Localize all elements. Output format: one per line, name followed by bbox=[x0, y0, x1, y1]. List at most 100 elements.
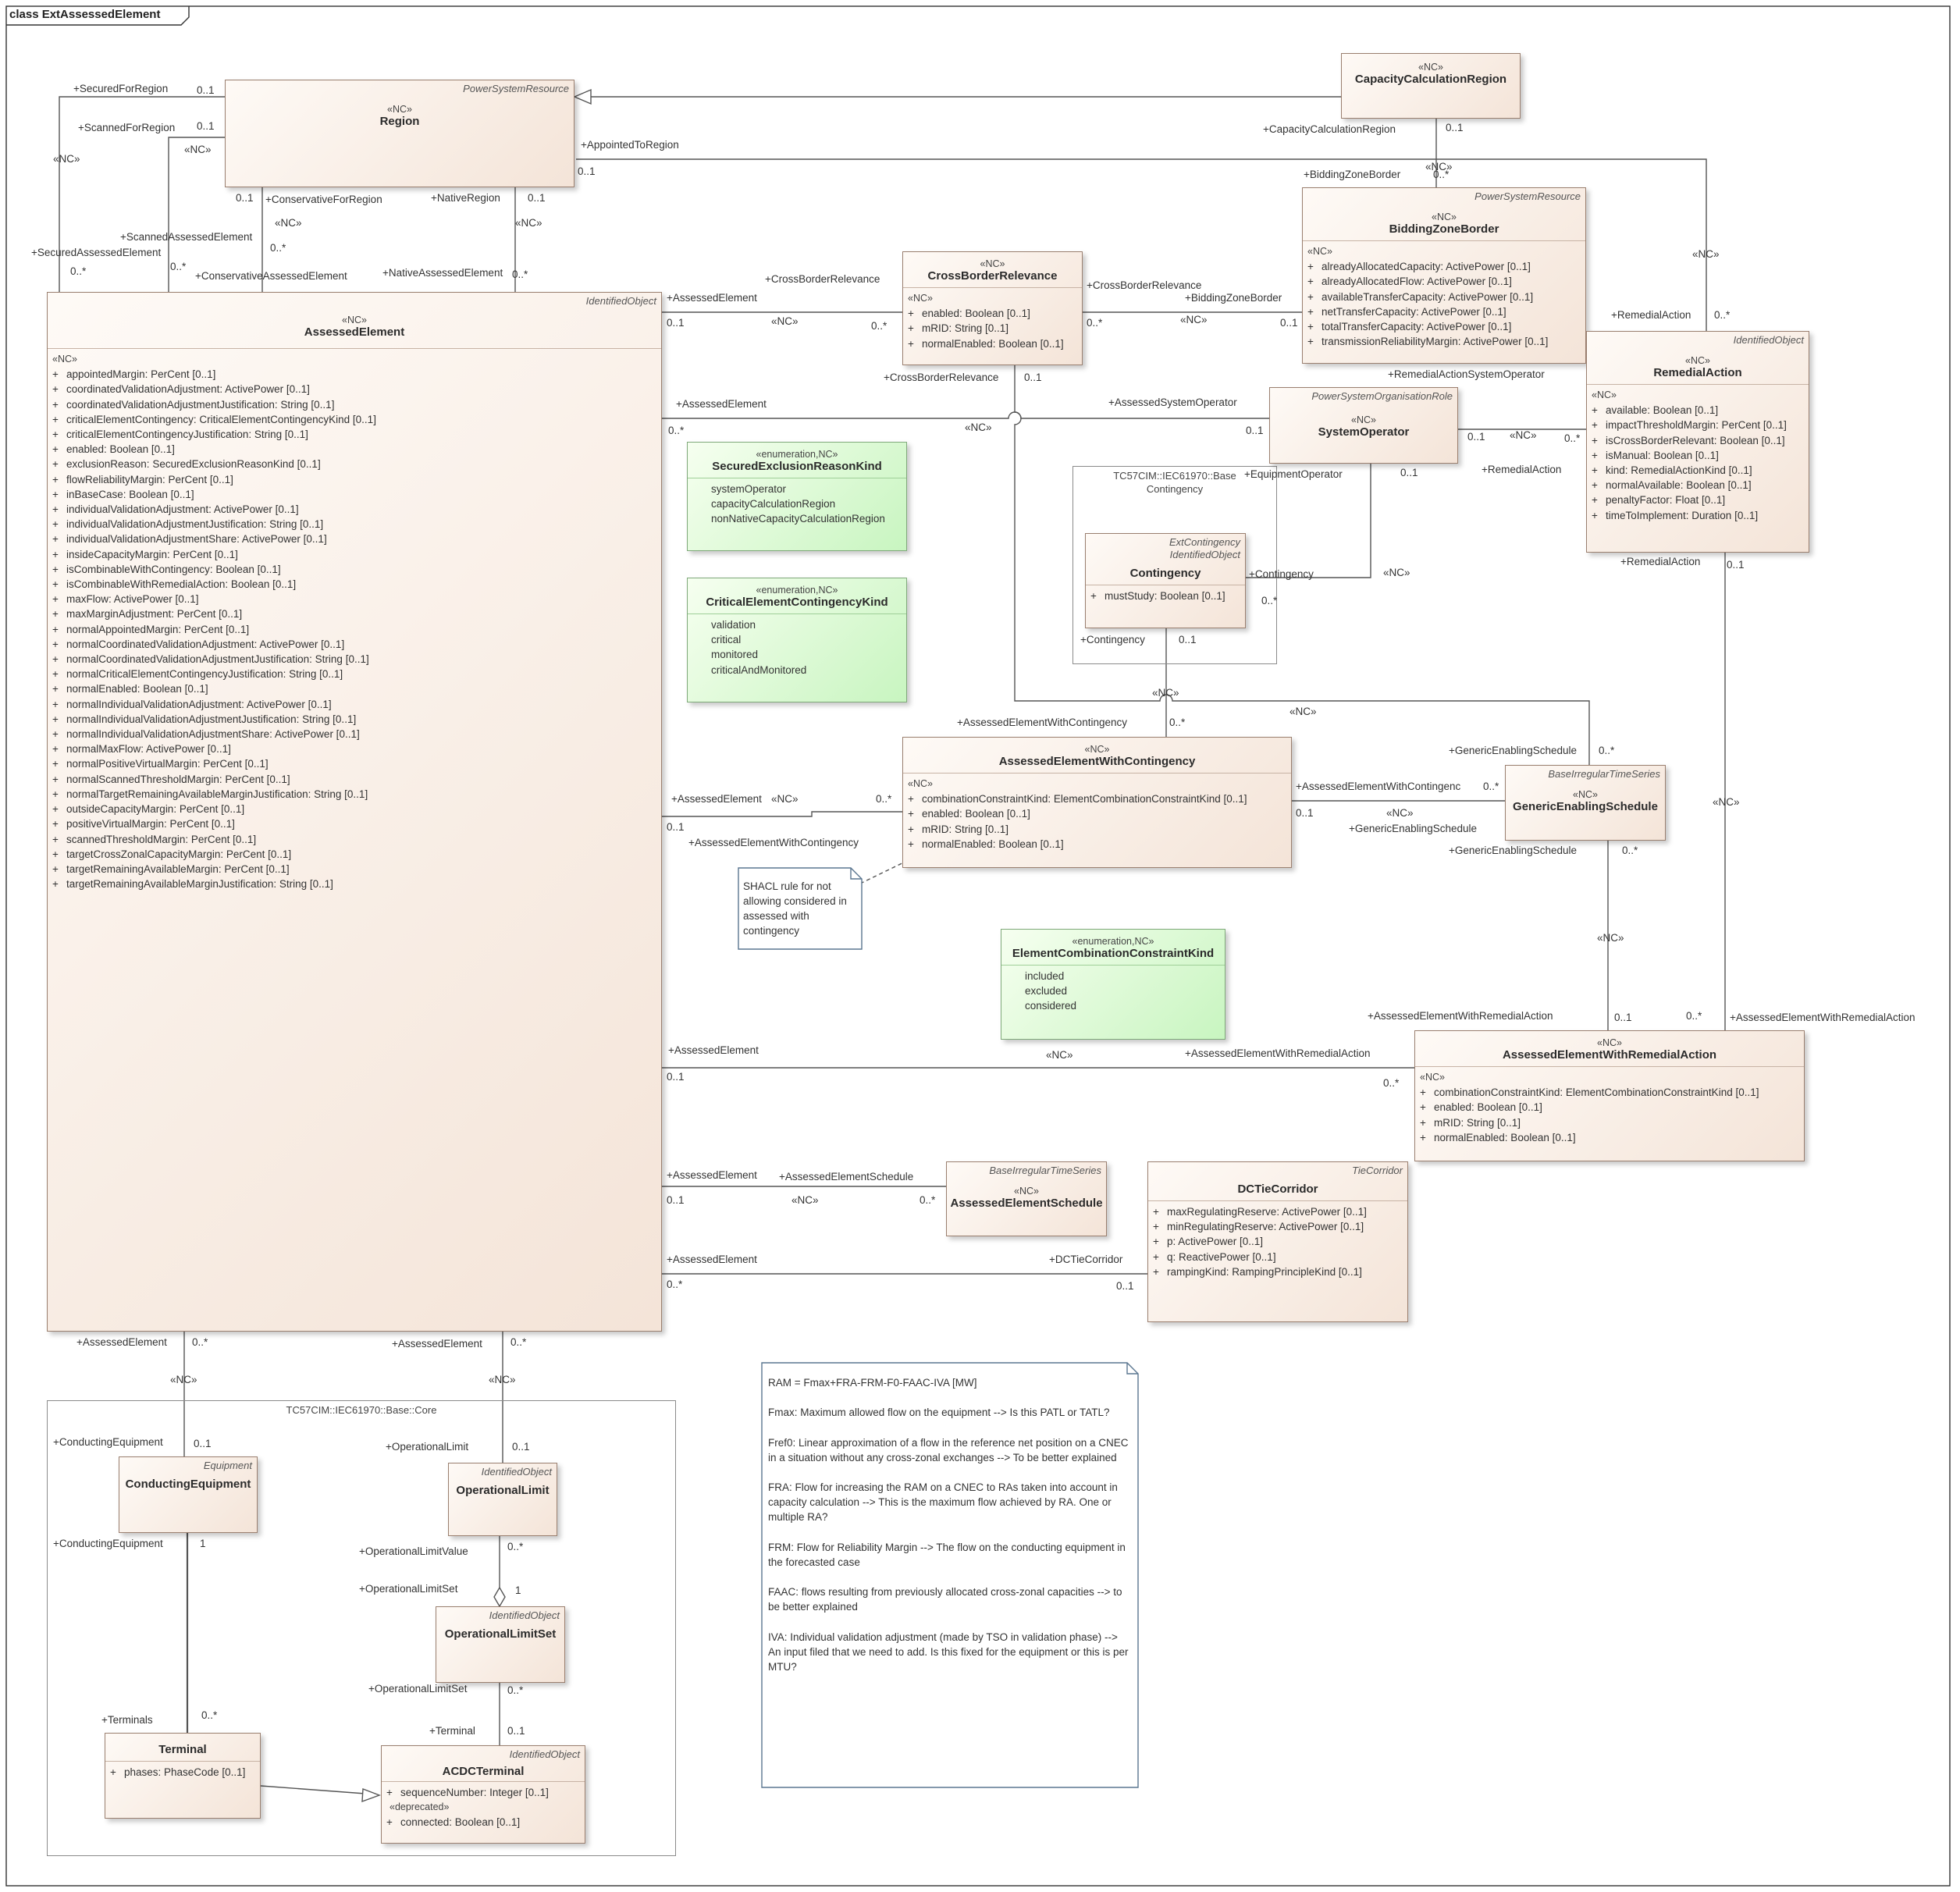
attribute: + appointedMargin: PerCent [0..1] bbox=[52, 368, 216, 381]
multiplicity-label: 0..* bbox=[871, 320, 888, 332]
association-stereotype-label: «NC» bbox=[53, 153, 80, 165]
enum-literal: capacityCalculationRegion bbox=[711, 498, 836, 510]
attribute: + normalIndividualValidationAdjustmentSha… bbox=[52, 728, 360, 741]
dctc-parent: TieCorridor bbox=[1352, 1165, 1403, 1176]
association-role-label: +AssessedElementSchedule bbox=[779, 1171, 914, 1182]
association-role-label: +AssessedElement bbox=[667, 1169, 757, 1181]
association-stereotype-label: «NC» bbox=[1289, 706, 1317, 717]
multiplicity-label: 0..* bbox=[920, 1194, 936, 1206]
multiplicity-label: 0..1 bbox=[1024, 372, 1042, 383]
aewc-stereotype: «NC» bbox=[1084, 744, 1110, 755]
association-role-label: +RemedialActionSystemOperator bbox=[1388, 368, 1545, 380]
attribute: + normalEnabled: Boolean [0..1] bbox=[1420, 1131, 1576, 1143]
class-contingency[interactable]: ExtContingency IdentifiedObject Continge… bbox=[1085, 533, 1246, 628]
sek-stereotype: «enumeration,NC» bbox=[756, 449, 838, 460]
association-role-label: +BiddingZoneBorder bbox=[1304, 169, 1401, 180]
class-assessed-element[interactable]: IdentifiedObject «NC» AssessedElement «N… bbox=[47, 292, 662, 1332]
attribute: + combinationConstraintKind: ElementCombi… bbox=[1420, 1086, 1759, 1099]
attribute: + targetRemainingAvailableMargin: PerCent… bbox=[52, 862, 290, 875]
association-role-label: +ScannedAssessedElement bbox=[120, 231, 253, 243]
attribute: + enabled: Boolean [0..1] bbox=[908, 308, 1030, 320]
acdc-name: ACDCTerminal bbox=[442, 1765, 525, 1778]
association-stereotype-label: «NC» bbox=[1152, 687, 1179, 699]
association-role-label: +CrossBorderRelevance bbox=[1087, 279, 1202, 291]
class-region[interactable]: PowerSystemResource «NC» Region bbox=[225, 80, 574, 187]
class-conducting-equipment[interactable]: Equipment ConductingEquipment bbox=[119, 1456, 258, 1533]
cek-name: CriticalElementContingencyKind bbox=[706, 596, 888, 609]
class-generic-enabling-schedule[interactable]: BaseIrregularTimeSeries «NC» GenericEnab… bbox=[1505, 765, 1666, 841]
enum-element-combination-constraint-kind[interactable]: «enumeration,NC» ElementCombinationConst… bbox=[1001, 929, 1225, 1040]
bzb-parent: PowerSystemResource bbox=[1474, 190, 1581, 202]
attribute: + coordinatedValidationAdjustment: Active… bbox=[52, 383, 310, 396]
class-remedial-action[interactable]: IdentifiedObject «NC» RemedialAction «NC… bbox=[1586, 331, 1809, 553]
attribute: + exclusionReason: SecuredExclusionReason… bbox=[52, 458, 321, 471]
attribute: + q: ReactivePower [0..1] bbox=[1153, 1250, 1276, 1263]
multiplicity-label: 0..* bbox=[876, 793, 892, 805]
multiplicity-label: 0..1 bbox=[1280, 317, 1298, 329]
association-role-label: +AssessedElement bbox=[668, 1044, 759, 1056]
enum-literal: monitored bbox=[711, 649, 759, 661]
ecck-stereotype: «enumeration,NC» bbox=[1072, 936, 1154, 947]
attribute: + mRID: String [0..1] bbox=[908, 322, 1009, 335]
association-role-label: +NativeRegion bbox=[431, 192, 500, 204]
enum-literal: criticalAndMonitored bbox=[711, 663, 807, 676]
association-role-label: +SecuredAssessedElement bbox=[31, 247, 162, 258]
multiplicity-label: 0..1 bbox=[197, 120, 215, 132]
multiplicity-label: 0..* bbox=[192, 1336, 208, 1348]
association-role-label: +Contingency bbox=[1249, 568, 1314, 580]
multiplicity-label: 0..* bbox=[1087, 317, 1103, 329]
class-operational-limit-set[interactable]: IdentifiedObject OperationalLimitSet bbox=[436, 1606, 565, 1683]
association-role-label: +AssessedElementWithRemedialAction bbox=[1185, 1047, 1371, 1059]
ges-name: GenericEnablingSchedule bbox=[1513, 800, 1658, 813]
association-role-label: +GenericEnablingSchedule bbox=[1449, 845, 1577, 856]
aewra-attributes: «NC» + combinationConstraintKind: Element… bbox=[1415, 1066, 1804, 1148]
association-stereotype-label: «NC» bbox=[489, 1374, 516, 1385]
attribute: + normalCriticalElementContingencyJustifi… bbox=[52, 668, 343, 681]
association-role-label: +OperationalLimitSet bbox=[368, 1683, 468, 1695]
ae-section-stereotype: «NC» bbox=[52, 354, 77, 365]
multiplicity-label: 0..* bbox=[668, 425, 685, 436]
ccr-stereotype: «NC» bbox=[1418, 62, 1443, 73]
attribute: + isCombinableWithContingency: Boolean [0… bbox=[52, 563, 281, 575]
diagram-title: class ExtAssessedElement bbox=[9, 8, 161, 21]
class-acdc-terminal[interactable]: IdentifiedObject ACDCTerminal + sequenceN… bbox=[381, 1745, 585, 1844]
class-assessed-element-with-remedial-action[interactable]: «NC» AssessedElementWithRemedialAction «… bbox=[1414, 1030, 1805, 1161]
aes-stereotype: «NC» bbox=[1014, 1186, 1039, 1197]
class-assessed-element-schedule[interactable]: BaseIrregularTimeSeries «NC» AssessedEle… bbox=[946, 1161, 1107, 1236]
class-operational-limit[interactable]: IdentifiedObject OperationalLimit bbox=[448, 1463, 557, 1536]
association-stereotype-label: «NC» bbox=[1046, 1049, 1073, 1061]
dctc-attributes: + maxRegulatingReserve: ActivePower [0..1… bbox=[1148, 1200, 1407, 1282]
association-role-label: +AssessedElement bbox=[392, 1338, 482, 1350]
association-role-label: +RemedialAction bbox=[1611, 309, 1691, 321]
attribute: + individualValidationAdjustment: ActiveP… bbox=[52, 503, 299, 516]
attribute: + isCombinableWithRemedialAction: Boolean… bbox=[52, 578, 297, 591]
association-stereotype-label: «NC» bbox=[170, 1374, 197, 1385]
attribute: + p: ActivePower [0..1] bbox=[1153, 1236, 1264, 1248]
ae-parent: IdentifiedObject bbox=[585, 295, 656, 307]
enum-secured-exclusion-reason-kind[interactable]: «enumeration,NC» SecuredExclusionReasonK… bbox=[687, 442, 907, 551]
ae-name: AssessedElement bbox=[304, 325, 405, 339]
aes-parent: BaseIrregularTimeSeries bbox=[989, 1165, 1101, 1176]
class-capacity-calculation-region[interactable]: «NC» CapacityCalculationRegion bbox=[1341, 53, 1521, 119]
multiplicity-label: 0..1 bbox=[507, 1725, 525, 1737]
attribute: + penaltyFactor: Float [0..1] bbox=[1592, 494, 1726, 507]
enum-critical-element-contingency-kind[interactable]: «enumeration,NC» CriticalElementContinge… bbox=[687, 578, 907, 702]
association-role-label: +ConductingEquipment bbox=[53, 1436, 163, 1448]
class-dc-tie-corridor[interactable]: TieCorridor DCTieCorridor + maxRegulating… bbox=[1147, 1161, 1408, 1322]
so-stereotype: «NC» bbox=[1351, 414, 1376, 425]
association-stereotype-label: «NC» bbox=[515, 217, 542, 229]
class-system-operator[interactable]: PowerSystemOrganisationRole «NC» SystemO… bbox=[1269, 387, 1458, 464]
multiplicity-label: 0..* bbox=[512, 269, 528, 280]
class-assessed-element-with-contingency[interactable]: «NC» AssessedElementWithContingency «NC»… bbox=[902, 737, 1292, 868]
class-cross-border-relevance[interactable]: «NC» CrossBorderRelevance «NC» + enabled:… bbox=[902, 251, 1083, 365]
multiplicity-label: 0..* bbox=[1169, 717, 1186, 728]
ae-stereotype: «NC» bbox=[342, 315, 367, 325]
attribute: + normalCoordinatedValidationAdjustmentJu… bbox=[52, 653, 369, 666]
attribute: + outsideCapacityMargin: PerCent [0..1] bbox=[52, 803, 245, 816]
bzb-stereotype: «NC» bbox=[1432, 212, 1457, 222]
class-bidding-zone-border[interactable]: PowerSystemResource «NC» BiddingZoneBord… bbox=[1302, 187, 1586, 364]
multiplicity-label: 0..* bbox=[1622, 845, 1638, 856]
attribute: + kind: RemedialActionKind [0..1] bbox=[1592, 464, 1752, 477]
note-ram-line: FRM: Flow for Reliability Margin --> The… bbox=[768, 1541, 1126, 1568]
class-terminal[interactable]: Terminal + phases: PhaseCode [0..1] bbox=[105, 1733, 261, 1819]
